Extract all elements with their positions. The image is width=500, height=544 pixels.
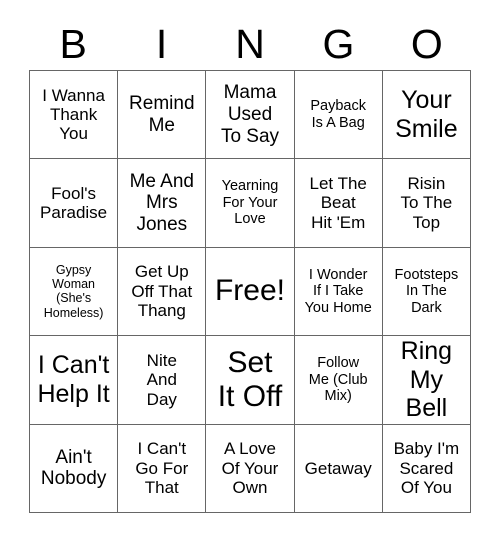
- bingo-cell[interactable]: Ain't Nobody: [30, 424, 119, 513]
- header-letter-o: O: [410, 20, 443, 67]
- bingo-cell-label: Fool's Paradise: [40, 183, 108, 223]
- bingo-cell[interactable]: Getaway: [294, 424, 383, 513]
- bingo-cell-label: Get Up Off That Thang: [131, 262, 193, 321]
- header-letter-g: G: [322, 20, 355, 67]
- bingo-cell[interactable]: Nite And Day: [118, 336, 207, 425]
- bingo-cell-label: I Can't Go For That: [135, 439, 189, 497]
- bingo-cell-label: I Wanna Thank You: [42, 85, 105, 144]
- bingo-cell-label: Mama Used To Say: [220, 82, 280, 147]
- header-letter-i: I: [155, 20, 168, 67]
- bingo-cell[interactable]: Remind Me: [118, 71, 207, 160]
- bingo-cell-label: Footsteps In The Dark: [394, 266, 459, 316]
- bingo-cell-label: Payback Is A Bag: [310, 98, 366, 131]
- bingo-cell-label: Remind Me: [129, 93, 195, 136]
- bingo-cell[interactable]: Follow Me (Club Mix): [294, 336, 383, 425]
- bingo-cell[interactable]: I Wonder If I Take You Home: [294, 247, 383, 337]
- bingo-cell-label: Gypsy Woman (She's Homeless): [43, 262, 104, 320]
- bingo-cell[interactable]: Me And Mrs Jones: [118, 159, 207, 248]
- bingo-cell[interactable]: Mama Used To Say: [206, 71, 295, 160]
- bingo-cell[interactable]: Let The Beat Hit 'Em: [294, 159, 383, 248]
- bingo-cell-label: I Wonder If I Take You Home: [304, 266, 372, 316]
- bingo-cell-label: Your Smile: [395, 86, 458, 143]
- bingo-cell-label: Yearning For Your Love: [221, 178, 279, 228]
- bingo-cell[interactable]: Fool's Paradise: [30, 159, 119, 248]
- bingo-cell-label: Let The Beat Hit 'Em: [309, 174, 367, 232]
- header-letter-b: B: [59, 20, 87, 67]
- bingo-cell-label: I Can't Help It: [37, 351, 110, 408]
- bingo-cell[interactable]: Yearning For Your Love: [206, 159, 295, 248]
- bingo-cell[interactable]: Ring My Bell: [382, 336, 471, 425]
- bingo-cell-label: Free!: [214, 274, 285, 308]
- bingo-cell-label: Me And Mrs Jones: [129, 170, 194, 235]
- bingo-cell[interactable]: Set It Off: [206, 336, 295, 425]
- bingo-grid: I Wanna Thank You Remind Me Mama Used To S…: [29, 70, 471, 513]
- bingo-cell-label: Ring My Bell: [400, 337, 453, 423]
- bingo-cell-label: Baby I'm Scared Of You: [393, 439, 460, 497]
- bingo-cell[interactable]: A Love Of Your Own: [206, 424, 295, 513]
- bingo-cell-label: Nite And Day: [146, 350, 177, 409]
- bingo-cell-free[interactable]: Free!: [206, 247, 295, 337]
- bingo-cell-label: Risin To The Top: [400, 174, 453, 232]
- bingo-cell[interactable]: I Can't Go For That: [118, 424, 207, 513]
- bingo-cell-label: Getaway: [304, 458, 372, 478]
- bingo-cell[interactable]: Your Smile: [382, 71, 471, 160]
- bingo-card: B I N G O I Wanna Thank You Remind Me Mama…: [0, 0, 500, 544]
- bingo-cell-label: Ain't Nobody: [40, 446, 107, 490]
- bingo-cell[interactable]: Risin To The Top: [382, 159, 471, 248]
- bingo-cell[interactable]: Baby I'm Scared Of You: [382, 424, 471, 513]
- bingo-cell[interactable]: Payback Is A Bag: [294, 71, 383, 160]
- bingo-cell[interactable]: Footsteps In The Dark: [382, 247, 471, 337]
- bingo-cell-label: Follow Me (Club Mix): [308, 355, 368, 405]
- bingo-cell[interactable]: I Can't Help It: [30, 336, 119, 425]
- bingo-cell[interactable]: Get Up Off That Thang: [118, 247, 207, 337]
- header-letter-n: N: [235, 20, 265, 67]
- bingo-cell-label: Set It Off: [217, 345, 283, 413]
- bingo-cell[interactable]: I Wanna Thank You: [30, 71, 119, 160]
- bingo-header: B I N G O: [29, 18, 471, 70]
- bingo-cell-label: A Love Of Your Own: [221, 439, 279, 497]
- bingo-cell[interactable]: Gypsy Woman (She's Homeless): [30, 247, 119, 337]
